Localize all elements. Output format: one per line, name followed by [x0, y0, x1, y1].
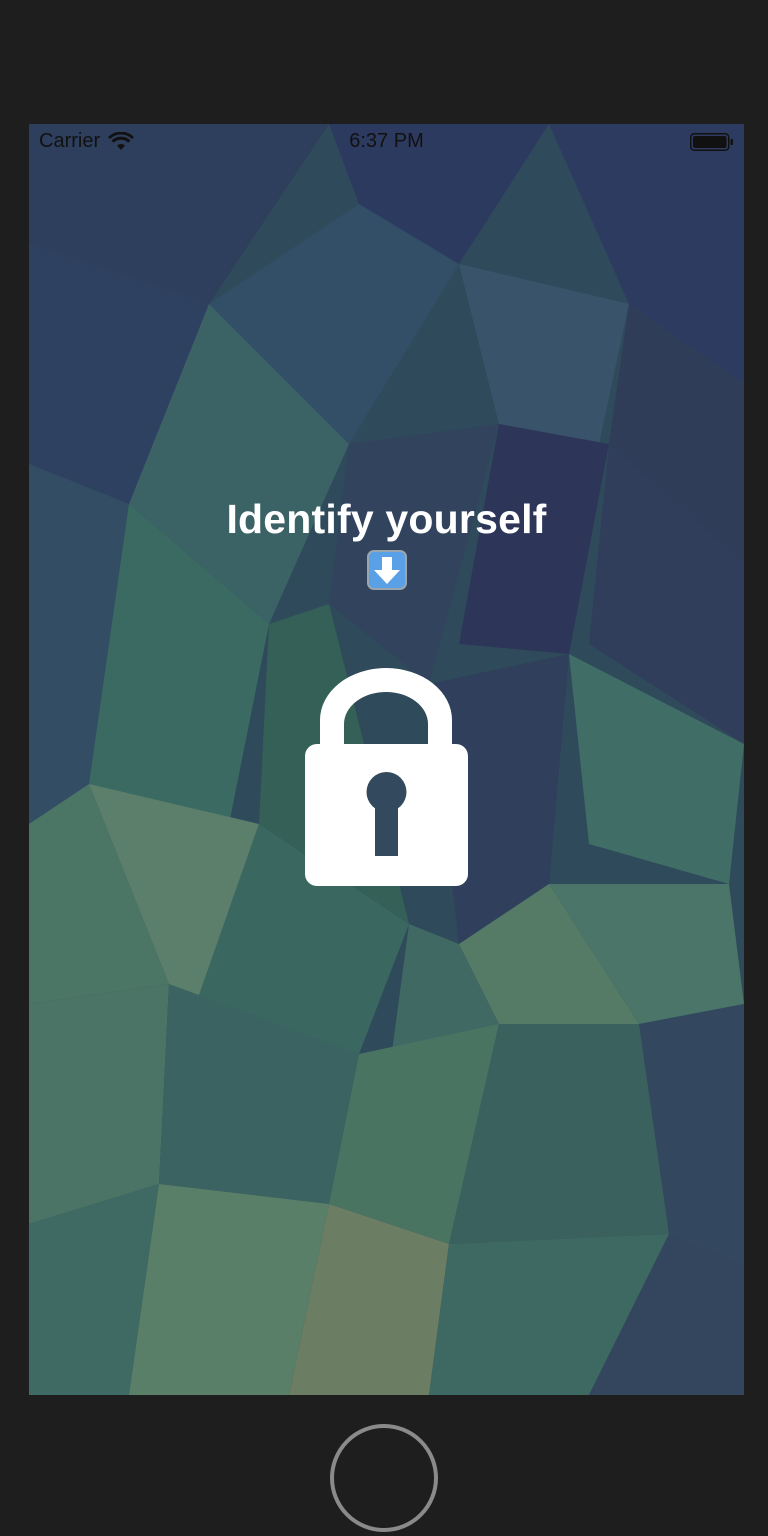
padlock-icon[interactable]	[305, 668, 468, 886]
device-frame: Carrier 6:37 PM Identify yourself	[0, 0, 768, 1536]
status-bar: Carrier 6:37 PM	[29, 124, 744, 160]
status-time: 6:37 PM	[349, 130, 424, 152]
home-button[interactable]	[330, 1424, 438, 1532]
down-arrow-icon	[367, 550, 407, 590]
identify-prompt: Identify yourself	[226, 496, 547, 542]
lock-screen: Carrier 6:37 PM Identify yourself	[29, 124, 744, 1395]
battery-icon	[690, 133, 733, 151]
